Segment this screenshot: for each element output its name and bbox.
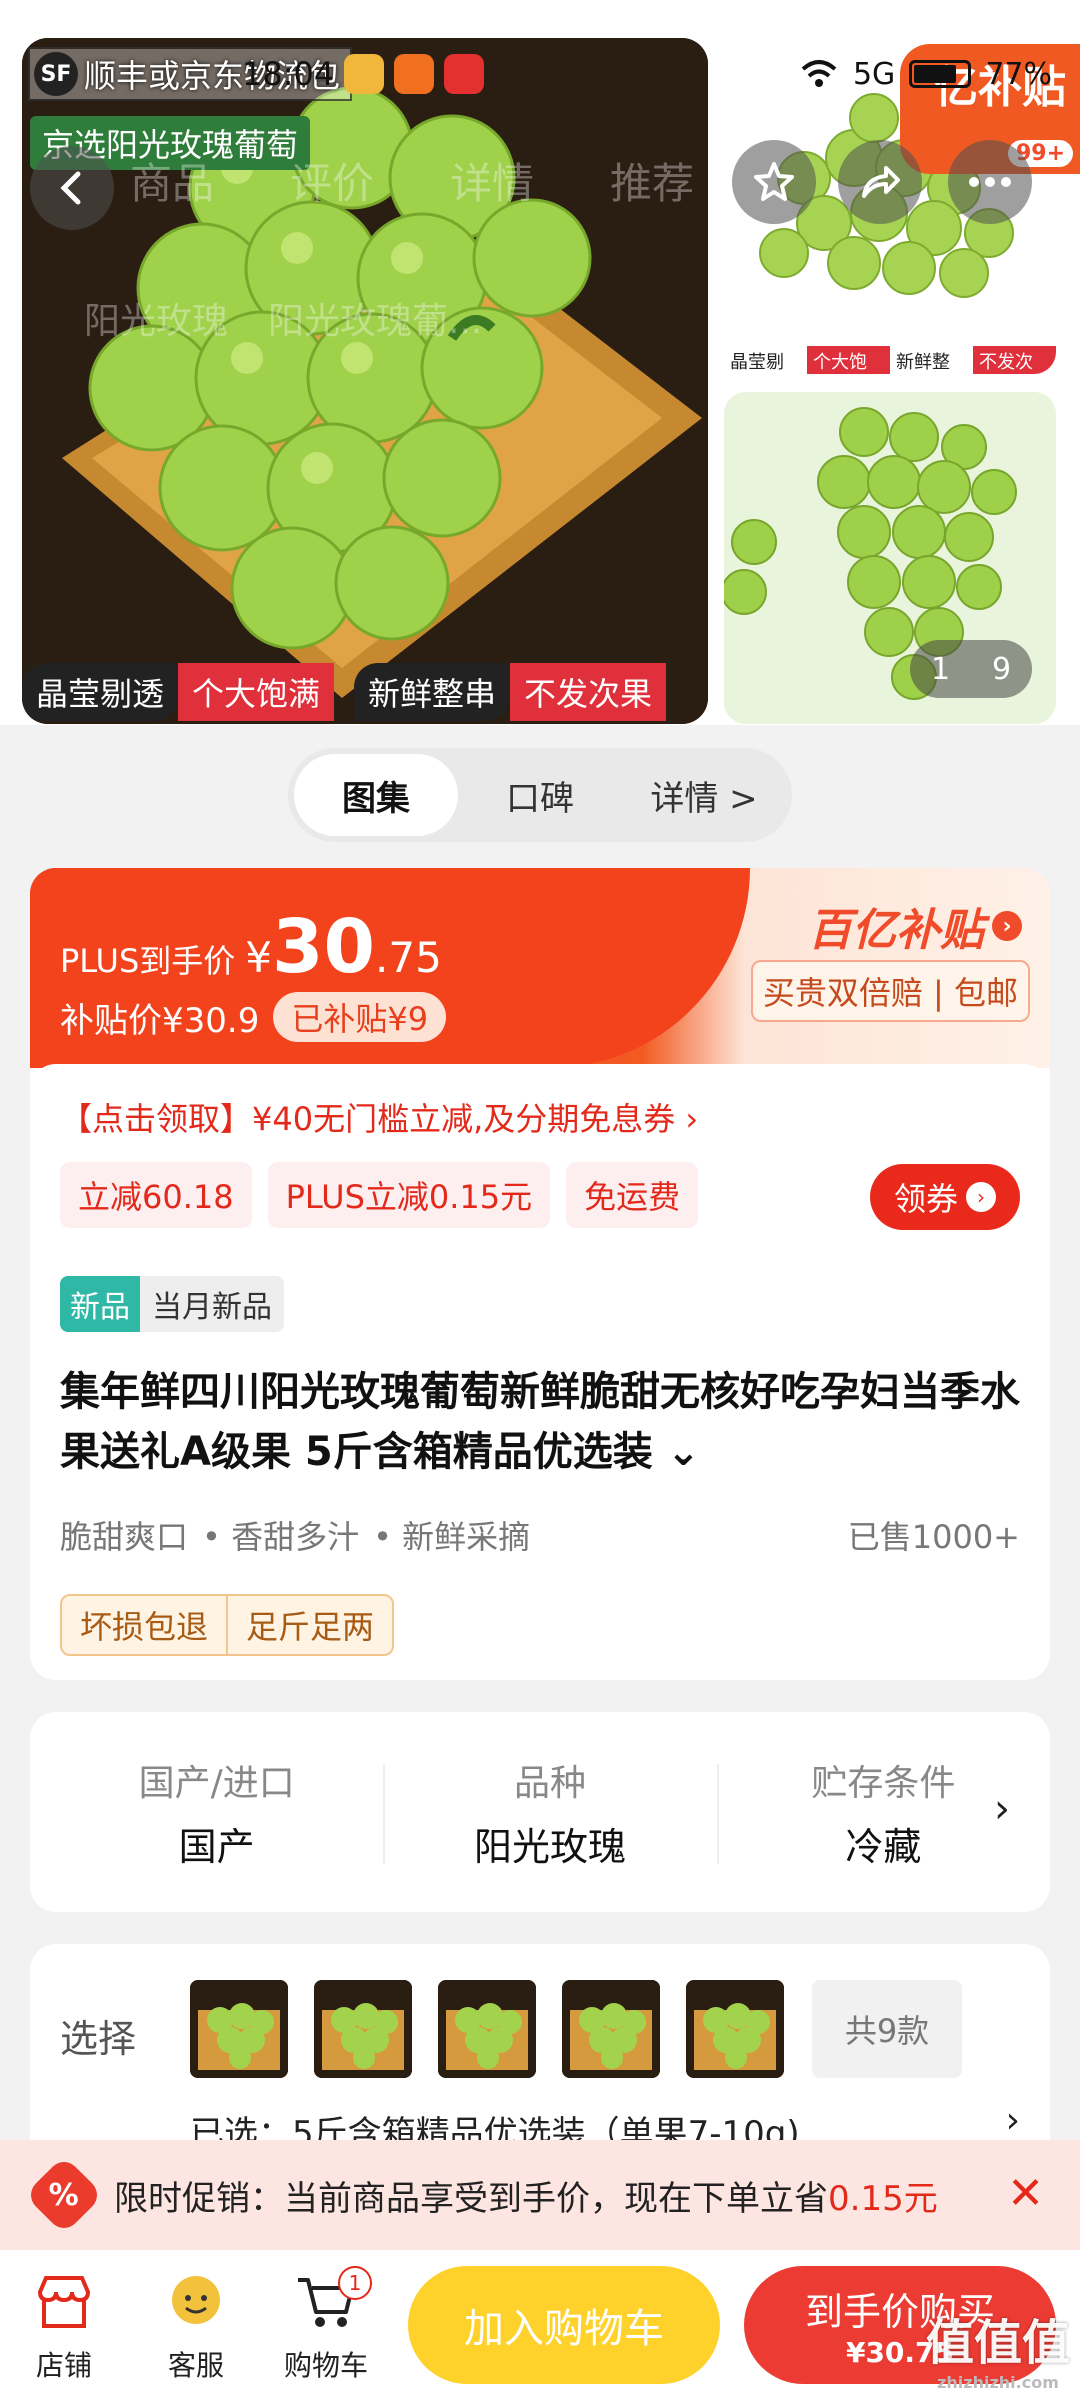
- status-right: 5G 77%: [799, 57, 1052, 92]
- tag-4: 不发次果: [510, 663, 667, 721]
- store-icon: [37, 2276, 91, 2328]
- image-counter: 1 9: [910, 640, 1032, 698]
- battery-icon: [909, 60, 972, 88]
- site-watermark: 值值值 zhizhizhi.com: [925, 2315, 1070, 2392]
- counter-current: 1: [930, 651, 951, 687]
- price-card-body: 【点击领取】¥40无门槛立减,及分期免息券 › 立减60.18 PLUS立减0.…: [30, 1064, 1050, 1680]
- guarantee-badge[interactable]: 买贵双倍赔 | 包邮: [750, 960, 1030, 1022]
- tab-reviews[interactable]: 口碑: [458, 754, 622, 836]
- variant-thumbnail[interactable]: [562, 1980, 660, 2078]
- gallery-tab-switcher: 图集 口碑 详情 >: [288, 748, 792, 842]
- main-image-tags: 晶莹剔透 个大饱满 新鲜整串 不发次果: [22, 660, 708, 724]
- chevron-right-icon[interactable]: ›: [994, 1786, 1010, 1832]
- faded-search-bar: 阳光玫瑰 阳光玫瑰葡...: [84, 301, 483, 342]
- customer-service-button[interactable]: 客服: [146, 2272, 246, 2384]
- price-card: PLUS到手价 ¥ 30 .75 补贴价¥30.9 已补贴¥9 百亿补贴 › 买…: [30, 868, 1050, 1680]
- plus-price: PLUS到手价 ¥ 30 .75: [60, 904, 442, 990]
- promo-banner[interactable]: % 限时促销：当前商品享受到手价，现在下单立省 0.15元 ✕: [0, 2140, 1080, 2250]
- close-icon[interactable]: ✕: [1007, 2168, 1044, 2219]
- weibo-app-icon: [344, 54, 385, 94]
- new-product-tag: 新品 当月新品: [60, 1276, 284, 1332]
- discount-chip[interactable]: PLUS立减0.15元: [267, 1162, 551, 1228]
- variant-thumbnail[interactable]: [438, 1980, 536, 2078]
- store-button[interactable]: 店铺: [14, 2272, 114, 2384]
- share-button[interactable]: [838, 140, 922, 224]
- variant-thumbnails: [190, 1980, 784, 2078]
- subsidy-program-link[interactable]: 百亿补贴 ›: [808, 894, 1022, 958]
- wifi-icon: [801, 60, 837, 87]
- favorite-button[interactable]: [732, 140, 816, 224]
- variant-thumbnail[interactable]: [314, 1980, 412, 2078]
- discount-percent-icon: %: [24, 2155, 104, 2235]
- bottom-action-bar: 店铺 客服 1 购物车 加入购物车 到手价购买 ¥30.75 值值值 zhizh…: [0, 2250, 1080, 2400]
- discount-chips: 立减60.18 PLUS立减0.15元 免运费: [60, 1162, 699, 1228]
- tag-2: 个大饱满: [178, 663, 335, 721]
- product-attributes[interactable]: 国产/进口 国产 品种 阳光玫瑰 贮存条件 冷藏 ›: [30, 1712, 1050, 1912]
- sold-count: 已售1000+: [847, 1518, 1020, 1556]
- tab-details[interactable]: 详情 >: [622, 754, 786, 836]
- get-coupon-button[interactable]: 领券 ›: [869, 1164, 1020, 1230]
- cart-count-badge: 1: [338, 2266, 372, 2300]
- customer-service-icon: [172, 2276, 220, 2324]
- product-title[interactable]: 集年鲜四川阳光玫瑰葡萄新鲜脆甜无核好吃孕妇当季水果送礼A级果 5斤含箱精品优选装…: [60, 1362, 1020, 1482]
- discount-chip[interactable]: 免运费: [566, 1162, 699, 1228]
- service-guarantees[interactable]: 坏损包退 足斤足两: [60, 1594, 395, 1656]
- attribute-origin: 国产/进口 国产: [138, 1762, 295, 1869]
- chevron-left-icon: [60, 171, 81, 205]
- variant-thumbnail[interactable]: [686, 1980, 784, 2078]
- pdd-app-icon: [444, 54, 485, 94]
- side-image-tags: 晶莹剔透 个大饱满 新鲜整串 不发次果: [724, 346, 1056, 374]
- battery-level: 77%: [985, 56, 1052, 92]
- faded-nav-tabs: 商品 评价 详情 推荐: [130, 159, 695, 208]
- add-to-cart-button[interactable]: 加入购物车: [408, 2266, 720, 2384]
- signal-label: 5G: [852, 56, 896, 92]
- variant-thumbnail[interactable]: [190, 1980, 288, 2078]
- more-options-button[interactable]: [948, 140, 1032, 224]
- cart-button[interactable]: 1 购物车: [276, 2266, 376, 2384]
- counter-total: 9: [991, 651, 1012, 687]
- total-variants[interactable]: 共9款: [812, 1980, 962, 2078]
- chevron-right-icon[interactable]: ›: [1006, 2100, 1020, 2141]
- subsidy-badge: 已补贴¥9: [273, 992, 447, 1042]
- ellipsis-icon: [969, 177, 1011, 187]
- promo-amount: 0.15元: [828, 2178, 938, 2219]
- sf-logo-icon: SF: [34, 52, 78, 96]
- back-button[interactable]: [30, 146, 114, 230]
- main-product-image[interactable]: 京选阳光玫瑰葡萄 晶莹剔透 个大饱满 新鲜整串 不发次果: [22, 38, 708, 724]
- chevron-right-icon: ›: [992, 911, 1022, 941]
- discount-chip[interactable]: 立减60.18: [60, 1162, 252, 1228]
- price-header: PLUS到手价 ¥ 30 .75 补贴价¥30.9 已补贴¥9 百亿补贴 › 买…: [30, 868, 1050, 1068]
- taobao-app-icon: [394, 54, 435, 94]
- tag-3: 新鲜整串: [354, 663, 511, 721]
- attribute-variety: 品种 阳光玫瑰: [383, 1754, 716, 1871]
- share-arrow-icon: [862, 166, 900, 198]
- chevron-right-icon: ›: [966, 1182, 996, 1212]
- status-bar: SF 顺丰或京东物流包 18:04 5G 77%: [0, 38, 1080, 110]
- tag-1: 晶莹剔透: [22, 663, 179, 721]
- claim-coupon-link[interactable]: 【点击领取】¥40无门槛立减,及分期免息券 ›: [60, 1094, 698, 1140]
- product-features: 脆甜爽口 • 香甜多汁 • 新鲜采摘: [60, 1518, 531, 1556]
- promo-text: 限时促销：当前商品享受到手价，现在下单立省: [114, 2178, 828, 2219]
- select-label: 选择: [60, 2017, 137, 2061]
- subsidy-price-line: 补贴价¥30.9 已补贴¥9: [60, 992, 447, 1042]
- clock: 18:04: [242, 55, 335, 93]
- star-icon: [754, 162, 794, 201]
- tab-gallery[interactable]: 图集: [294, 754, 458, 836]
